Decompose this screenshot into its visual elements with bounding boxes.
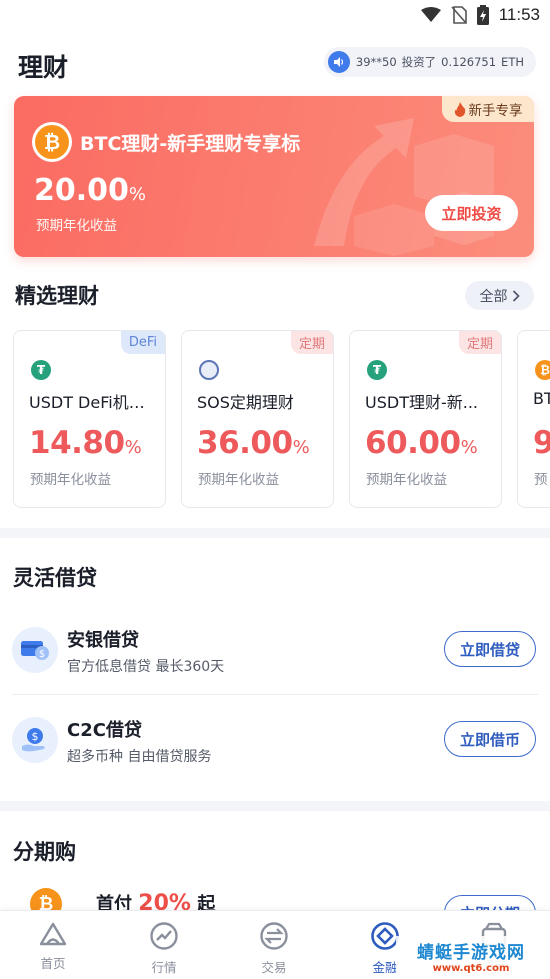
- product-badge: 定期: [458, 331, 501, 354]
- market-icon: [150, 922, 178, 950]
- investment-ticker[interactable]: 39**50 投资了 0.126751 ETH: [323, 47, 536, 77]
- product-name: SOS定期理财: [197, 393, 294, 412]
- installment-section-title: 分期购: [13, 840, 76, 864]
- loan-description: 超多币种 自由借贷服务: [67, 749, 212, 765]
- usdt-icon: ₮: [367, 360, 387, 380]
- speaker-icon: [327, 51, 350, 73]
- product-rate: 9: [533, 425, 550, 461]
- ticker-amount: 0.126751: [441, 55, 497, 69]
- wifi-icon: [420, 7, 441, 22]
- product-rate: 36.00%: [197, 425, 310, 461]
- product-name: BT: [533, 389, 550, 408]
- btc-icon: ₿: [535, 360, 550, 380]
- product-name: USDT DeFi机枪...: [29, 393, 157, 412]
- product-rate-label: 预期年化收益: [30, 472, 111, 488]
- tab-label: 金融: [372, 960, 398, 975]
- tab-home[interactable]: 首页: [18, 921, 88, 972]
- product-badge: DeFi: [120, 331, 165, 354]
- home-icon: [39, 922, 67, 946]
- tab-label: 首页: [40, 956, 66, 971]
- coin-hand-icon: $: [12, 717, 58, 763]
- loan-name: 安银借贷: [67, 630, 139, 651]
- borrow-now-button[interactable]: 立即借贷: [444, 631, 536, 667]
- view-all-button[interactable]: 全部: [465, 281, 534, 310]
- product-badge: 定期: [290, 331, 333, 354]
- new-user-tag-label: 新手专享: [468, 103, 523, 119]
- banner-title: BTC理财-新手理财专享标: [80, 133, 301, 155]
- ticker-unit: ETH: [501, 55, 524, 69]
- section-divider: [0, 801, 550, 811]
- product-card[interactable]: ₿ BT 9 预: [517, 330, 550, 508]
- svg-text:$: $: [39, 649, 45, 660]
- promo-banner[interactable]: 新手专享 ₿ BTC理财-新手理财专享标 20.00% 预期年化收益 立即投资: [14, 96, 534, 257]
- product-card[interactable]: 定期 ₮ USDT理财-新... 60.00% 预期年化收益: [349, 330, 502, 508]
- borrow-coin-button[interactable]: 立即借币: [444, 721, 536, 757]
- tab-trade[interactable]: 交易: [239, 921, 309, 976]
- site-watermark: 蜻蜓手游戏网 www.qt6.com: [396, 936, 546, 976]
- no-sim-icon: [451, 6, 467, 24]
- product-rate-label: 预: [534, 472, 548, 488]
- ticker-user: 39**50: [355, 55, 397, 69]
- sos-icon: [199, 360, 219, 380]
- credit-card-icon: $: [12, 627, 58, 673]
- loans-section-title: 灵活借贷: [13, 566, 97, 590]
- list-divider: [12, 694, 538, 695]
- watermark-url: www.qt6.com: [432, 963, 510, 974]
- product-card[interactable]: DeFi ₮ USDT DeFi机枪... 14.80% 预期年化收益: [13, 330, 166, 508]
- featured-products-carousel[interactable]: DeFi ₮ USDT DeFi机枪... 14.80% 预期年化收益 定期 S…: [0, 330, 550, 510]
- tab-market[interactable]: 行情: [129, 921, 199, 976]
- view-all-label: 全部: [479, 288, 508, 305]
- loan-description: 官方低息借贷 最长360天: [67, 659, 225, 675]
- loan-name: C2C借贷: [67, 720, 142, 741]
- ticker-action: 投资了: [401, 55, 437, 69]
- banner-subtitle: 预期年化收益: [36, 218, 117, 234]
- banner-decoration: [314, 118, 494, 256]
- page-header: 理财 39**50 投资了 0.126751 ETH: [0, 30, 550, 96]
- usdt-icon: ₮: [31, 360, 51, 380]
- svg-text:$: $: [32, 730, 39, 743]
- invest-now-button[interactable]: 立即投资: [425, 195, 518, 231]
- banner-rate: 20.00%: [34, 173, 147, 208]
- new-user-tag: 新手专享: [442, 96, 534, 122]
- product-rate-label: 预期年化收益: [198, 472, 279, 488]
- loan-item[interactable]: $ C2C借贷 超多币种 自由借贷服务 立即借币: [0, 696, 550, 776]
- loan-item[interactable]: $ 安银借贷 官方低息借贷 最长360天 立即借贷: [0, 606, 550, 686]
- product-rate: 14.80%: [29, 425, 142, 461]
- btc-icon: ₿: [32, 122, 72, 162]
- section-divider: [0, 528, 550, 538]
- featured-section-title: 精选理财: [15, 284, 99, 308]
- product-rate: 60.00%: [365, 425, 478, 461]
- chevron-right-icon: [512, 289, 520, 302]
- status-bar: 11:53: [0, 0, 550, 30]
- product-card[interactable]: 定期 SOS定期理财 36.00% 预期年化收益: [181, 330, 334, 508]
- page-title: 理财: [18, 53, 69, 82]
- status-time: 11:53: [498, 5, 540, 24]
- product-name: USDT理财-新...: [365, 393, 478, 412]
- watermark-main: 蜻蜓手游戏网: [417, 943, 525, 963]
- fire-icon: [454, 101, 465, 117]
- product-rate-label: 预期年化收益: [366, 472, 447, 488]
- tab-label: 交易: [261, 960, 287, 975]
- trade-icon: [260, 922, 288, 950]
- tab-label: 行情: [151, 960, 177, 975]
- battery-icon: [476, 5, 489, 25]
